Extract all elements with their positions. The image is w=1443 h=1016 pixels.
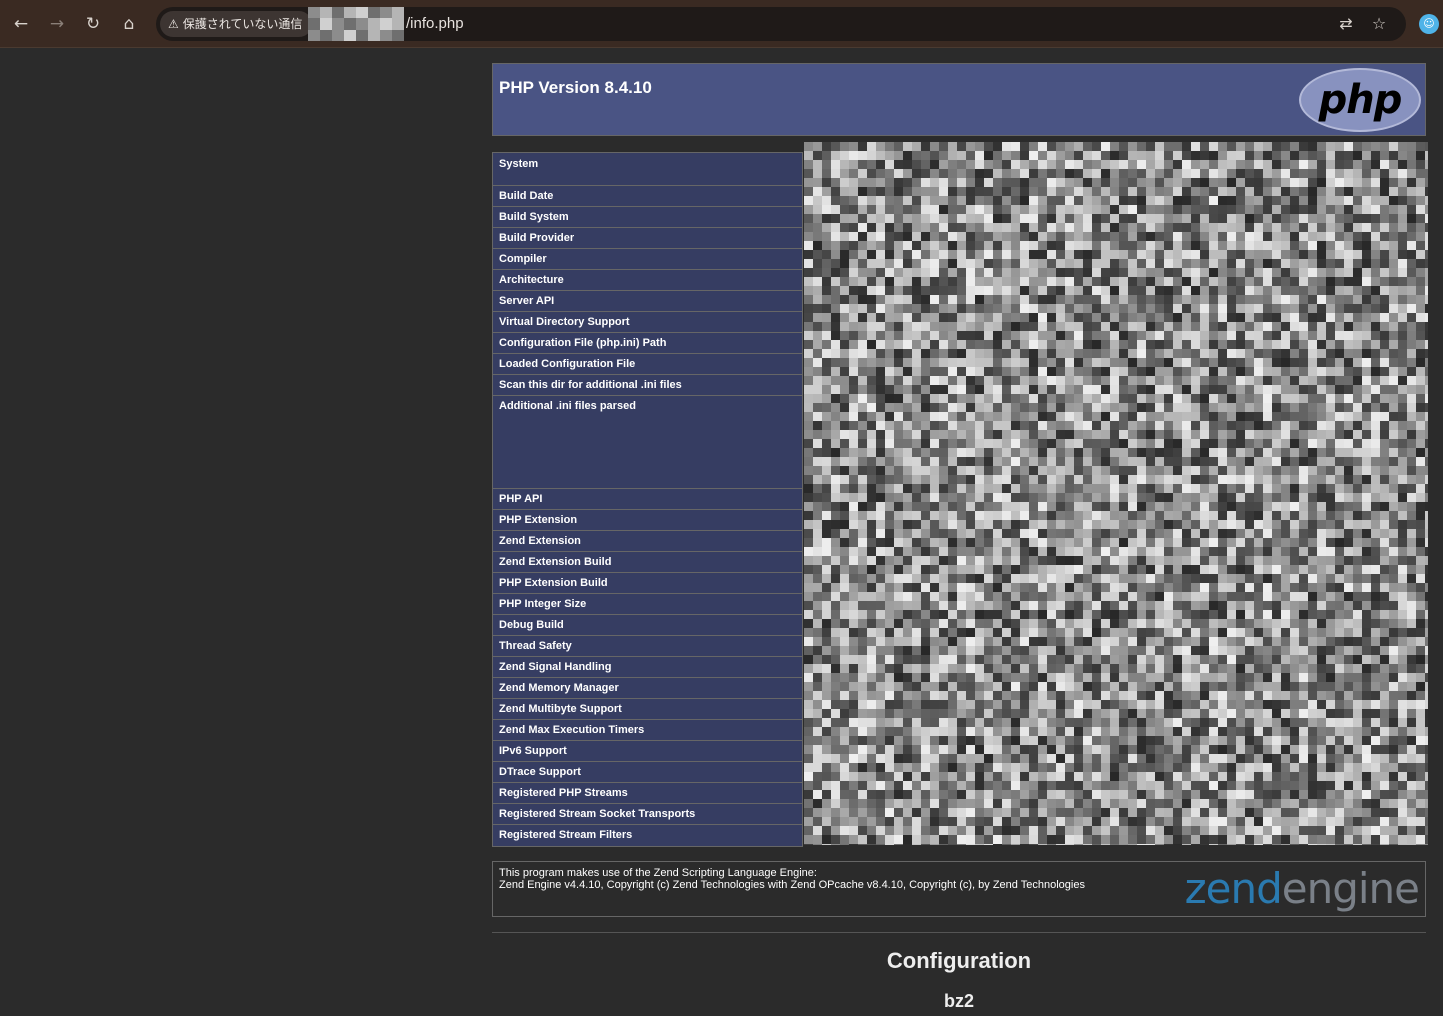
zend-line-1: This program makes use of the Zend Scrip…	[499, 867, 817, 879]
browser-toolbar: ← → ↻ ⌂ ⚠ 保護されていない通信 /info.php ⇄ ☆ ☺	[0, 0, 1443, 48]
info-row-label: Configuration File (php.ini) Path	[493, 333, 802, 354]
info-row-label: Registered Stream Filters	[499, 829, 633, 841]
zend-credits-box: This program makes use of the Zend Scrip…	[492, 861, 1426, 917]
back-icon[interactable]: ←	[7, 10, 35, 38]
bookmark-star-icon[interactable]: ☆	[1367, 12, 1391, 36]
zend-engine-logo[interactable]: zendengine	[1184, 864, 1420, 914]
info-row-label: Build System	[493, 207, 802, 228]
info-row-label: System	[493, 153, 802, 186]
profile-icon[interactable]: ☺	[1419, 14, 1439, 34]
info-row-label: Additional .ini files parsed	[493, 396, 802, 489]
info-row-label: Zend Signal Handling	[493, 657, 802, 678]
php-logo[interactable]: php	[1299, 68, 1421, 132]
warning-icon: ⚠	[168, 17, 179, 31]
page-title: PHP Version 8.4.10	[499, 78, 652, 97]
noise-mosaic	[804, 142, 1428, 845]
url-path: /info.php	[406, 15, 464, 32]
forward-icon[interactable]: →	[43, 10, 71, 38]
translate-icon[interactable]: ⇄	[1334, 12, 1358, 36]
security-label: 保護されていない通信	[182, 17, 303, 31]
info-row-label: Zend Multibyte Support	[493, 699, 802, 720]
info-row-label: Debug Build	[493, 615, 802, 636]
zend-logo-zend: zend	[1184, 864, 1283, 913]
info-row-label: Build Provider	[493, 228, 802, 249]
php-logo-text: php	[1318, 77, 1403, 123]
info-row-label: PHP Extension Build	[493, 573, 802, 594]
zend-line-2: Zend Engine v4.4.10, Copyright (c) Zend …	[499, 879, 1085, 891]
info-row-label: PHP Extension	[493, 510, 802, 531]
info-row-label: Loaded Configuration File	[493, 354, 802, 375]
version-header: PHP Version 8.4.10 php	[492, 63, 1426, 136]
info-row-label: DTrace Support	[493, 762, 802, 783]
info-row-label: PHP API	[493, 489, 802, 510]
redacted-values-area	[804, 142, 1428, 845]
address-bar[interactable]: ⚠ 保護されていない通信 /info.php ⇄ ☆	[156, 7, 1406, 41]
system-info-table: System Build Date Build System Build Provid…	[492, 152, 803, 847]
info-row-label: Zend Extension	[493, 531, 802, 552]
zend-credits-text: This program makes use of the Zend Scrip…	[499, 867, 1085, 891]
info-row-label: Registered Stream Socket Transports	[493, 804, 802, 825]
info-row-label: Architecture	[493, 270, 802, 291]
info-row-label: Zend Memory Manager	[493, 678, 802, 699]
info-row-label: Thread Safety	[493, 636, 802, 657]
info-row-label: Build Date	[493, 186, 802, 207]
security-chip[interactable]: ⚠ 保護されていない通信	[160, 11, 313, 37]
info-row-label: Compiler	[493, 249, 802, 270]
info-row-label: Registered PHP Streams	[493, 783, 802, 804]
info-row-label: Scan this dir for additional .ini files	[493, 375, 802, 396]
info-row-label: IPv6 Support	[493, 741, 802, 762]
info-row-label: Virtual Directory Support	[493, 312, 802, 333]
info-row-label: Server API	[493, 291, 802, 312]
home-icon[interactable]: ⌂	[115, 10, 143, 38]
section-configuration: Configuration	[886, 948, 1032, 973]
info-row-label: Zend Extension Build	[493, 552, 802, 573]
info-row-label: Zend Max Execution Timers	[493, 720, 802, 741]
divider	[492, 932, 1426, 933]
info-row-label: PHP Integer Size	[493, 594, 802, 615]
section-bz2: bz2	[943, 991, 974, 1011]
zend-logo-engine: engine	[1281, 864, 1420, 913]
reload-icon[interactable]: ↻	[79, 10, 107, 38]
url-host-redacted	[308, 7, 404, 41]
